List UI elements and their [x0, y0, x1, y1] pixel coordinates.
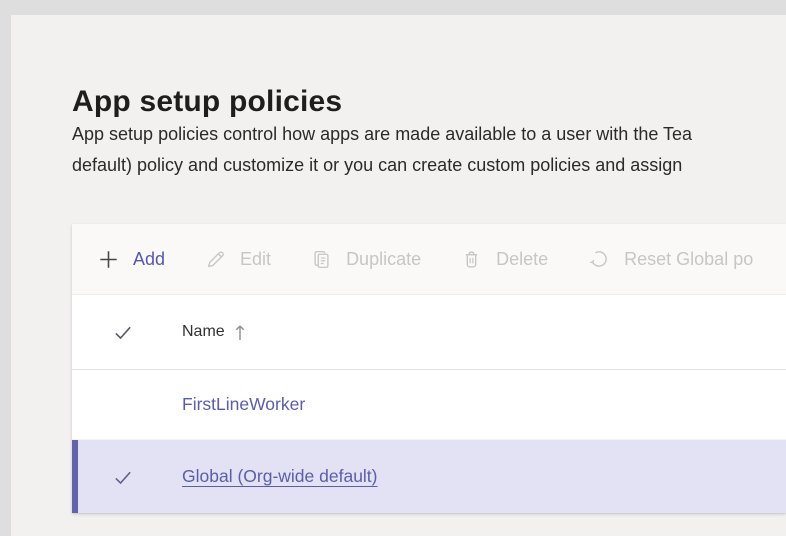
column-header-name[interactable]: Name: [182, 323, 246, 342]
page-description: App setup policies control how apps are …: [72, 119, 786, 181]
edit-button[interactable]: Edit: [205, 249, 271, 270]
toolbar: Add Edit Duplicate Delete Reset Global p…: [72, 224, 786, 295]
description-line-1: App setup policies control how apps are …: [72, 124, 693, 144]
table-row-firstlineworker[interactable]: FirstLineWorker: [72, 370, 786, 440]
pencil-icon: [205, 249, 226, 270]
column-header-name-label: Name: [182, 323, 225, 340]
trash-icon: [461, 249, 482, 270]
delete-button[interactable]: Delete: [461, 249, 548, 270]
select-all-checkmark-icon[interactable]: [112, 321, 134, 343]
edit-button-label: Edit: [240, 248, 272, 269]
table-row-global[interactable]: Global (Org-wide default): [72, 440, 786, 513]
duplicate-button[interactable]: Duplicate: [311, 249, 421, 270]
content-card: App setup policies App setup policies co…: [11, 15, 786, 536]
table-header-row: Name: [72, 295, 786, 370]
add-button-label: Add: [133, 248, 166, 269]
selected-row-accent-bar: [72, 440, 78, 513]
description-line-2: default) policy and customize it or you …: [72, 155, 683, 175]
plus-icon: [98, 249, 119, 270]
page-title: App setup policies: [72, 85, 343, 119]
reset-icon: [588, 248, 610, 270]
duplicate-button-label: Duplicate: [346, 248, 422, 269]
row-selected-checkmark-icon: [112, 466, 134, 488]
policies-table: Add Edit Duplicate Delete Reset Global p…: [72, 224, 786, 513]
sort-ascending-icon: [234, 323, 246, 342]
reset-global-policy-button[interactable]: Reset Global po: [588, 248, 753, 270]
delete-button-label: Delete: [496, 248, 549, 269]
add-button[interactable]: Add: [98, 249, 165, 270]
policy-link-global[interactable]: Global (Org-wide default): [182, 466, 378, 487]
policy-link-firstlineworker[interactable]: FirstLineWorker: [182, 394, 305, 415]
reset-global-policy-label: Reset Global po: [624, 248, 754, 269]
copy-icon: [311, 249, 332, 270]
